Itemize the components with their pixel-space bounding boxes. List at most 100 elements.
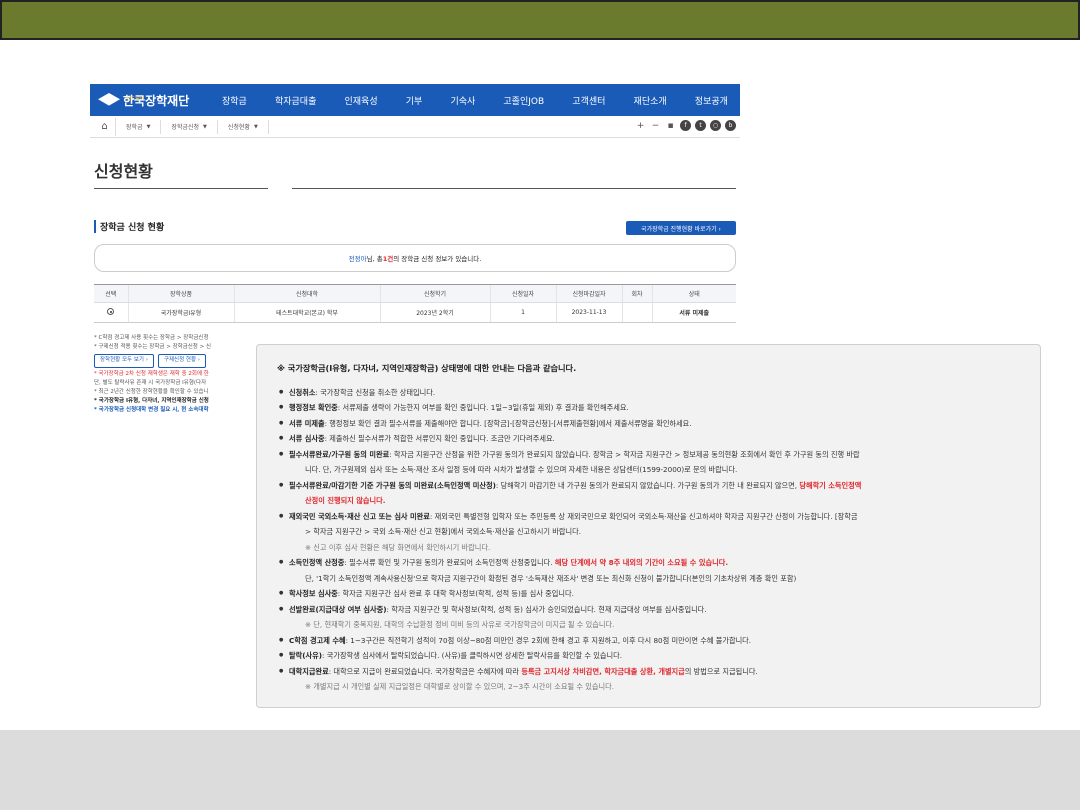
status-continuation: 단, '1학기 소득인정액 계속사용신청'으로 학자금 지원구간이 확정된 경우…: [277, 571, 1026, 587]
breadcrumb-label: 신청현황: [227, 124, 250, 131]
logo[interactable]: 꿈드림대 한국장학재단: [90, 92, 222, 109]
nav-item[interactable]: 고객센터: [572, 94, 605, 107]
status-term: 탈락(사유): [289, 651, 323, 660]
share-icon[interactable]: ○: [710, 120, 721, 131]
status-footnote-text: ※ 단, 현재학기 중복지원, 대학의 수납환정 정비 미비 등의 사유로 국가…: [305, 620, 615, 629]
popup-items: 신청취소: 국가장학금 신청을 취소한 상태입니다.행정정보 확인중: 서류제출…: [277, 385, 1026, 695]
status-item: 학사정보 심사중: 학자금 지원구간 심사 완료 후 대학 학사정보(학적, 성…: [277, 586, 1026, 602]
status-text: 의 방법으로 지급됩니다.: [684, 666, 758, 676]
nav-items: 장학금 학자금대출 인재육성 기부 기숙사 고졸인JOB 고객센터 재단소개 정보공개: [222, 94, 740, 107]
chevron-down-icon: ▼: [146, 123, 151, 130]
popup-title: ※ 국가장학금(I유형, 다자녀, 지역인재장학금) 상태명에 대한 안내는 다…: [277, 363, 577, 373]
site-frame: 꿈드림대 한국장학재단 장학금 학자금대출 인재육성 기부 기숙사 고졸인JOB 고객센터 재…: [90, 84, 740, 413]
status-item: 재외국민 국외소득·재산 신고 또는 심사 미완료: 재외국민 특별전형 입학자…: [277, 509, 1026, 525]
nav-item[interactable]: 학자금대출: [275, 94, 316, 107]
status-item: 서류 미제출: 행정정보 확인 결과 필수서류를 제출해야만 합니다. [장학금…: [277, 416, 1026, 432]
column-header: 회차: [621, 284, 652, 303]
status-highlight: 당해학기 소득인정액: [799, 480, 862, 490]
breadcrumb-item[interactable]: 장학금신청 ▼: [161, 119, 218, 134]
page-tools: + − ▪ f t ○ b: [635, 120, 736, 131]
nav-item[interactable]: 인재육성: [345, 94, 378, 107]
status-text: : 재외국민 특별전형 입학자 또는 주민등록 상 재외국민으로 확인되어 국외…: [429, 511, 858, 521]
blog-icon[interactable]: b: [725, 120, 736, 131]
status-highlight: 산정이 진행되지 않습니다.: [305, 496, 386, 505]
status-term: 서류 미제출: [289, 418, 325, 428]
divider: [292, 188, 736, 189]
status-text: : 대학으로 지급이 완료되었습니다. 국가장학금은 수혜자에 따라: [328, 666, 522, 676]
status-term: 소득인정액 산정중: [289, 558, 345, 567]
nav-item[interactable]: 장학금: [222, 94, 247, 107]
status-text: 단, '1학기 소득인정액 계속사용신청'으로 학자금 지원구간이 확정된 경우…: [305, 573, 797, 583]
status-term: 선발완료(지급대상 여부 심사중): [289, 604, 387, 614]
status-text: : 국가장학생 심사에서 탈락되었습니다. (사유)를 클릭하시면 상세한 탈락…: [322, 651, 622, 660]
status-footnote: ※ 신고 이후 심사 현황은 해당 화면에서 확인하시기 바랍니다.: [277, 540, 1026, 556]
breadcrumb-item[interactable]: 신청현황 ▼: [218, 119, 269, 134]
notice-text: 님, 총: [366, 255, 383, 263]
status-highlight: 해당 단계에서 약 8주 내외의 기간이 소요될 수 있습니다.: [554, 558, 729, 567]
status-highlight: 등록금 고지서상 차비감면, 학자금대출 상환, 개별지급: [521, 666, 685, 676]
product-cell: 국가장학금I유형: [127, 302, 234, 323]
note-line: * 국가장학금 I유형, 다자녀, 지역인재장학금 신청: [94, 398, 209, 405]
zoom-in-icon[interactable]: +: [635, 120, 646, 131]
nav-item[interactable]: 기숙사: [450, 94, 475, 107]
status-term: 서류 심사중: [289, 434, 325, 443]
status-item: 대학지급완료: 대학으로 지급이 완료되었습니다. 국가장학금은 수혜자에 따라…: [277, 664, 1026, 680]
status-footnote-text: ※ 신고 이후 심사 현황은 해당 화면에서 확인하시기 바랍니다.: [305, 542, 491, 552]
column-header: 신청대학: [233, 284, 380, 303]
relief-status-button[interactable]: 구제신청 현황 ›: [157, 354, 206, 368]
status-text: : 필수서류 확인 및 가구원 동의가 완료되어 소득인정액 산정중입니다.: [344, 558, 555, 567]
status-term: 학사정보 심사중: [289, 589, 338, 598]
zoom-out-icon[interactable]: −: [650, 120, 661, 131]
view-all-button[interactable]: 장학현황 모두 보기 ›: [94, 354, 154, 368]
select-radio[interactable]: [107, 308, 115, 315]
status-item: 서류 심사중: 제출하신 필수서류가 적합한 서류인지 확인 중입니다. 조금만…: [277, 431, 1026, 447]
status-text: : 학자금 지원구간 산정을 위한 가구원 동의가 완료되지 않았습니다. 장학…: [389, 449, 860, 459]
nav-item[interactable]: 고졸인JOB: [503, 94, 544, 107]
nav-item[interactable]: 재단소개: [634, 94, 667, 107]
status-item: 탈락(사유): 국가장학생 심사에서 탈락되었습니다. (사유)를 클릭하시면 …: [277, 648, 1026, 664]
status-item: 소득인정액 산정중: 필수서류 확인 및 가구원 동의가 완료되어 소득인정액 …: [277, 555, 1026, 571]
breadcrumb-item[interactable]: 장학금 ▼: [116, 119, 162, 134]
round-cell: [621, 302, 652, 323]
status-term: 행정정보 확인중: [289, 403, 338, 412]
univ-cell: 테스트대학교(본교) 학부: [233, 302, 380, 323]
status-text: : 제출하신 필수서류가 적합한 서류인지 확인 중입니다. 조금만 기다려주세…: [324, 434, 555, 443]
status-term: C학점 경고제 수혜: [289, 635, 346, 645]
status-item: C학점 경고제 수혜: 1~3구간은 직전학기 성적이 70점 이상~80점 미…: [277, 633, 1026, 649]
status-text: : 1~3구간은 직전학기 성적이 70점 이상~80점 미만인 경우 2회에 …: [345, 635, 752, 645]
note-line: * 국가장학금 2차 신청 재학생은 재학 중 2회에 한: [94, 370, 209, 377]
note-line: * 구제신청 적용 횟수는 장학금 > 장학금신청 > 신: [94, 344, 212, 351]
note-line: 단, 별도 탈락사유 존재 시 국가장학금 I유형(다자: [94, 379, 207, 386]
home-icon[interactable]: ⌂: [94, 117, 116, 136]
nav-item[interactable]: 정보공개: [695, 94, 728, 107]
status-text: : 서류제출 생략이 가능한지 여부를 확인 중입니다. 1일~3일(휴일 제외…: [337, 403, 629, 412]
status-text: 니다. 단, 가구원제외 심사 또는 소득·재산 조사 일정 등에 따라 시차가…: [305, 465, 738, 474]
print-icon[interactable]: ▪: [665, 120, 676, 131]
breadcrumb-label: 장학금: [126, 124, 143, 131]
notice-box: 전정아 님, 총 1건 의 장학금 신청 정보가 있습니다.: [94, 244, 736, 272]
status-text: > 학자금 지원구간 > 국외 소득·재산 신고 현황]에서 국외소득·재산을 …: [305, 527, 581, 536]
goto-status-button[interactable]: 국가장학금 진행현황 바로가기 ›: [626, 221, 736, 235]
main-nav: 꿈드림대 한국장학재단 장학금 학자금대출 인재육성 기부 기숙사 고졸인JOB 고객센터 재…: [90, 84, 740, 116]
status-continuation: 산정이 진행되지 않습니다.: [277, 493, 1026, 509]
status-cell: 서류 미제출: [651, 302, 736, 323]
column-header: 신청마감일자: [555, 284, 622, 303]
status-text: : 국가장학금 신청을 취소한 상태입니다.: [315, 387, 436, 397]
divider: [94, 188, 268, 189]
column-header: 장학상품: [127, 284, 234, 303]
status-item: 필수서류완료/가구원 동의 미완료: 학자금 지원구간 산정을 위한 가구원 동…: [277, 447, 1026, 463]
status-guide-popup: ※ 국가장학금(I유형, 다자녀, 지역인재장학금) 상태명에 대한 안내는 다…: [256, 344, 1041, 708]
status-term: 대학지급완료: [289, 666, 329, 676]
status-item: 행정정보 확인중: 서류제출 생략이 가능한지 여부를 확인 중입니다. 1일~…: [277, 400, 1026, 416]
facebook-icon[interactable]: f: [680, 120, 691, 131]
column-header: 신청학기: [379, 284, 490, 303]
status-footnote-text: ※ 개별지급 시 개인별 실제 지급일정은 대학별로 상이할 수 있으며, 2~…: [305, 682, 615, 691]
section-title: 장학금 신청 현황: [94, 220, 164, 233]
nav-item[interactable]: 기부: [406, 94, 423, 107]
notice-text: 의 장학금 신청 정보가 있습니다.: [393, 255, 482, 263]
chevron-down-icon: ▼: [203, 123, 207, 130]
note-line: * 최근 2년간 신청한 장학현황을 확인할 수 있습니: [94, 389, 209, 396]
deadline-cell: 2023-11-13: [555, 302, 622, 323]
status-text: : 당해학기 마감기한 내 가구원 동의가 완료되지 않았습니다. 가구원 동의…: [495, 480, 800, 490]
twitter-icon[interactable]: t: [695, 120, 706, 131]
